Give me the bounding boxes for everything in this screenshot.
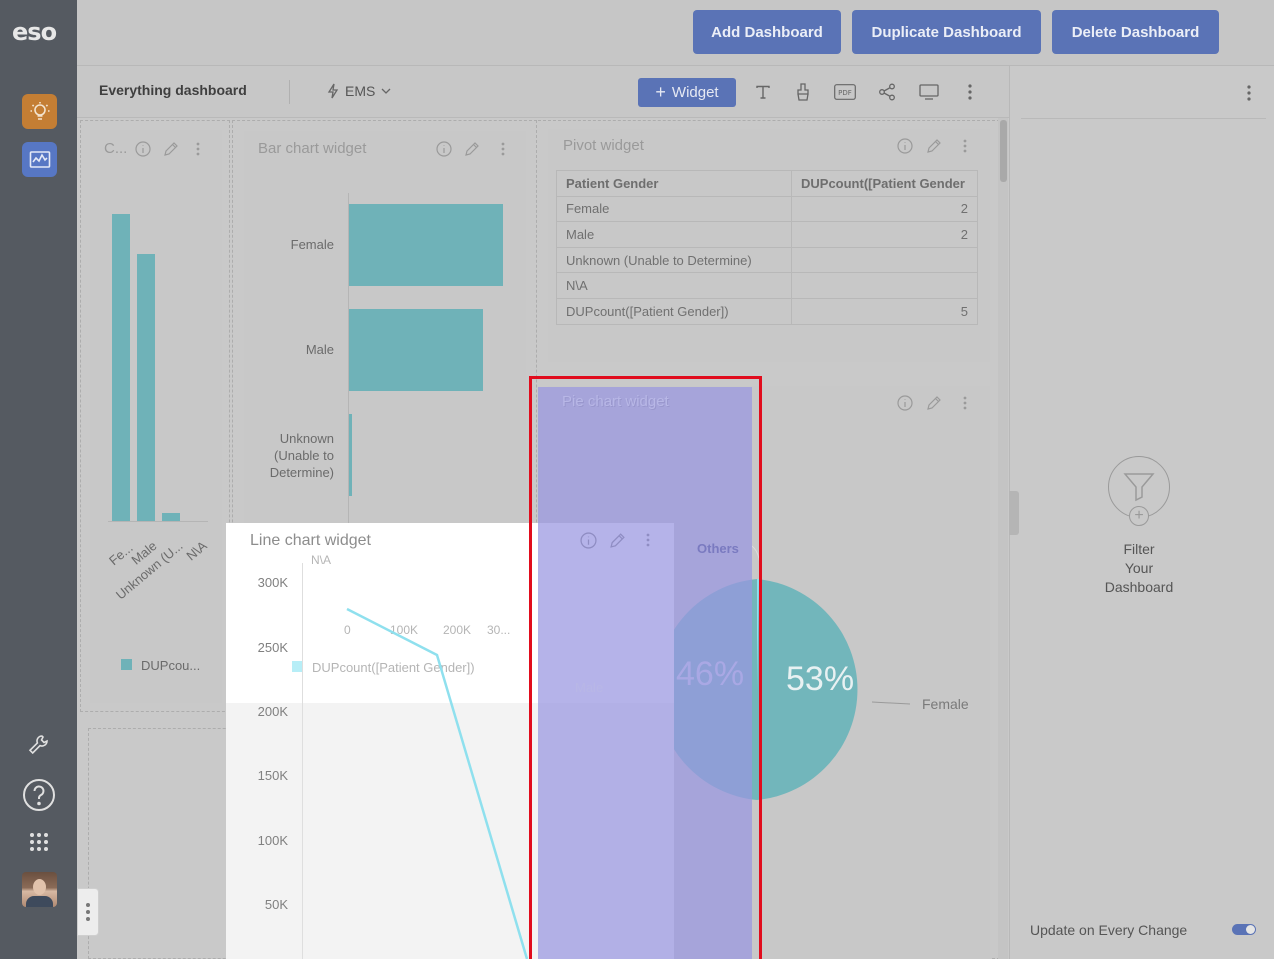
add-filter-icon[interactable]: + <box>1129 506 1149 526</box>
y-axis-label: Female <box>290 237 334 252</box>
lightbulb-icon[interactable] <box>22 94 57 129</box>
pivot-table: Patient Gender DUPcount([Patient Gender … <box>556 170 978 325</box>
horizontal-bar <box>349 414 353 496</box>
selection-highlight <box>529 376 762 959</box>
more-options-icon[interactable] <box>494 140 512 158</box>
horizontal-bar <box>349 309 483 391</box>
y-axis-label: Male <box>305 342 334 357</box>
table-cell: 2 <box>791 221 978 248</box>
toolbar-divider <box>289 80 290 104</box>
more-options-icon[interactable] <box>958 80 982 104</box>
more-options-icon[interactable] <box>956 137 974 155</box>
edit-icon[interactable] <box>162 140 180 158</box>
table-row: Unknown (Unable to Determine) <box>556 246 978 274</box>
column-chart-widget[interactable]: C... <box>90 130 222 703</box>
panel-splitter[interactable] <box>1009 491 1019 535</box>
left-rail: eso <box>0 0 77 959</box>
more-options-icon[interactable] <box>189 140 207 158</box>
brush-icon[interactable] <box>791 80 815 104</box>
table-cell: DUPcount([Patient Gender]) <box>556 297 792 325</box>
legend-label: DUPcou... <box>141 658 201 673</box>
x-axis-line <box>108 521 208 522</box>
delete-dashboard-button[interactable]: Delete Dashboard <box>1052 10 1219 54</box>
data-source-selector[interactable]: EMS <box>327 83 391 99</box>
wrench-icon[interactable] <box>22 728 56 762</box>
apps-grid-icon[interactable] <box>22 825 56 859</box>
table-cell: N\A <box>556 272 792 299</box>
y-axis-label: Unknown (Unable to Determine) <box>269 431 334 480</box>
table-cell <box>791 272 978 299</box>
chevron-down-icon <box>381 88 391 94</box>
table-cell: 2 <box>791 195 978 223</box>
pie-label-female: Female <box>922 696 969 712</box>
data-source-label: EMS <box>345 83 376 99</box>
table-header: Patient Gender <box>556 170 792 197</box>
legend-swatch <box>121 659 132 670</box>
table-row: N\A <box>556 272 978 299</box>
scrollbar-thumb[interactable] <box>1000 120 1007 182</box>
filter-empty-text: Filter Your Dashboard <box>1080 540 1198 597</box>
duplicate-dashboard-button[interactable]: Duplicate Dashboard <box>852 10 1041 54</box>
pie-percent-female: 53% <box>786 660 855 698</box>
user-avatar[interactable] <box>22 872 57 907</box>
pie-leader-line <box>871 701 911 705</box>
widget-title: Pivot widget <box>563 137 644 154</box>
text-icon[interactable] <box>751 80 775 104</box>
add-widget-button[interactable]: + Widget <box>638 78 736 107</box>
help-icon[interactable] <box>22 778 56 812</box>
filter-panel: + Filter Your Dashboard Update on Every … <box>1009 66 1274 959</box>
widget-title: C... <box>104 140 128 157</box>
monitor-icon[interactable] <box>917 80 941 104</box>
table-cell: 5 <box>791 297 978 325</box>
table-row: Male 2 <box>556 221 978 248</box>
panel-divider <box>1021 118 1266 119</box>
add-widget-label: Widget <box>671 84 719 101</box>
plus-icon: + <box>655 82 666 102</box>
add-dashboard-button[interactable]: Add Dashboard <box>693 10 841 54</box>
dashboard-toolbar: Everything dashboard EMS + Widget PDF <box>77 66 1009 118</box>
info-icon[interactable] <box>435 140 453 158</box>
table-header: DUPcount([Patient Gender <box>791 170 978 197</box>
svg-text:PDF: PDF <box>838 89 852 97</box>
column-bar <box>162 512 180 521</box>
drag-handle[interactable] <box>77 888 99 936</box>
more-options-icon[interactable] <box>1240 84 1258 102</box>
table-row: DUPcount([Patient Gender]) 5 <box>556 297 978 325</box>
table-header-row: Patient Gender DUPcount([Patient Gender <box>556 170 978 197</box>
info-icon[interactable] <box>896 394 914 412</box>
table-cell <box>791 246 978 274</box>
more-options-icon[interactable] <box>956 394 974 412</box>
lightning-icon <box>327 83 339 99</box>
dashboard-title: Everything dashboard <box>99 82 247 98</box>
top-bar: Add Dashboard Duplicate Dashboard Delete… <box>77 0 1274 66</box>
table-cell: Male <box>556 221 792 248</box>
info-icon[interactable] <box>134 140 152 158</box>
table-cell: Unknown (Unable to Determine) <box>556 246 792 274</box>
update-on-change-label: Update on Every Change <box>1030 922 1188 938</box>
share-icon[interactable] <box>875 80 899 104</box>
edit-icon[interactable] <box>925 137 943 155</box>
analytics-icon[interactable] <box>22 142 57 177</box>
update-on-change-toggle[interactable] <box>1232 924 1256 935</box>
eso-logo: eso <box>12 18 57 46</box>
column-bar <box>137 253 155 521</box>
table-cell: Female <box>556 195 792 223</box>
column-bar <box>112 214 130 521</box>
edit-icon[interactable] <box>463 140 481 158</box>
filter-text-line: Your <box>1124 560 1154 576</box>
filter-text-line: Dashboard <box>1104 579 1174 595</box>
pdf-icon[interactable]: PDF <box>833 80 857 104</box>
scrollbar[interactable] <box>998 118 1008 959</box>
horizontal-bar <box>349 204 503 286</box>
edit-icon[interactable] <box>925 394 943 412</box>
table-row: Female 2 <box>556 195 978 223</box>
filter-text-line: Filter <box>1123 541 1155 557</box>
info-icon[interactable] <box>896 137 914 155</box>
widget-title: Bar chart widget <box>258 140 367 157</box>
